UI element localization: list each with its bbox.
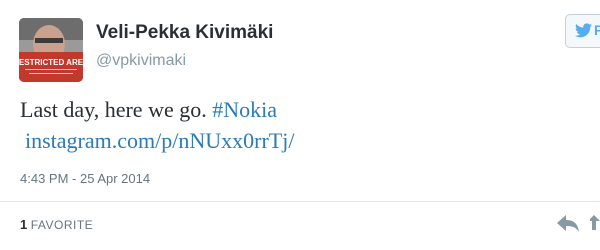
avatar-sign-text: RESTRICTED AREA: [19, 58, 83, 67]
favorite-count: 1: [20, 217, 28, 232]
hashtag-link[interactable]: #Nokia: [212, 97, 277, 122]
instagram-link[interactable]: instagram.com/p/nNUxx0rrTj/: [25, 128, 294, 153]
reply-icon[interactable]: [556, 213, 580, 238]
tweet-text: Last day, here we go. #Nokia instagram.c…: [20, 94, 590, 156]
favorite-label: FAVORITE: [30, 218, 94, 232]
favorite-stat[interactable]: 1 FAVORITE: [20, 217, 93, 232]
retweet-icon[interactable]: [588, 213, 600, 238]
twitter-bird-icon: [575, 23, 592, 43]
tweet-timestamp[interactable]: 4:43 PM - 25 Apr 2014: [20, 171, 150, 186]
screen-name[interactable]: @vpkivimaki: [96, 52, 186, 70]
display-name[interactable]: Veli-Pekka Kivimäki: [96, 22, 273, 44]
tweet-text-body: Last day, here we go.: [20, 97, 213, 122]
follow-button-label: F: [594, 22, 600, 38]
avatar[interactable]: RESTRICTED AREA: [19, 18, 83, 82]
follow-button[interactable]: F: [565, 14, 600, 48]
divider: [0, 201, 600, 202]
